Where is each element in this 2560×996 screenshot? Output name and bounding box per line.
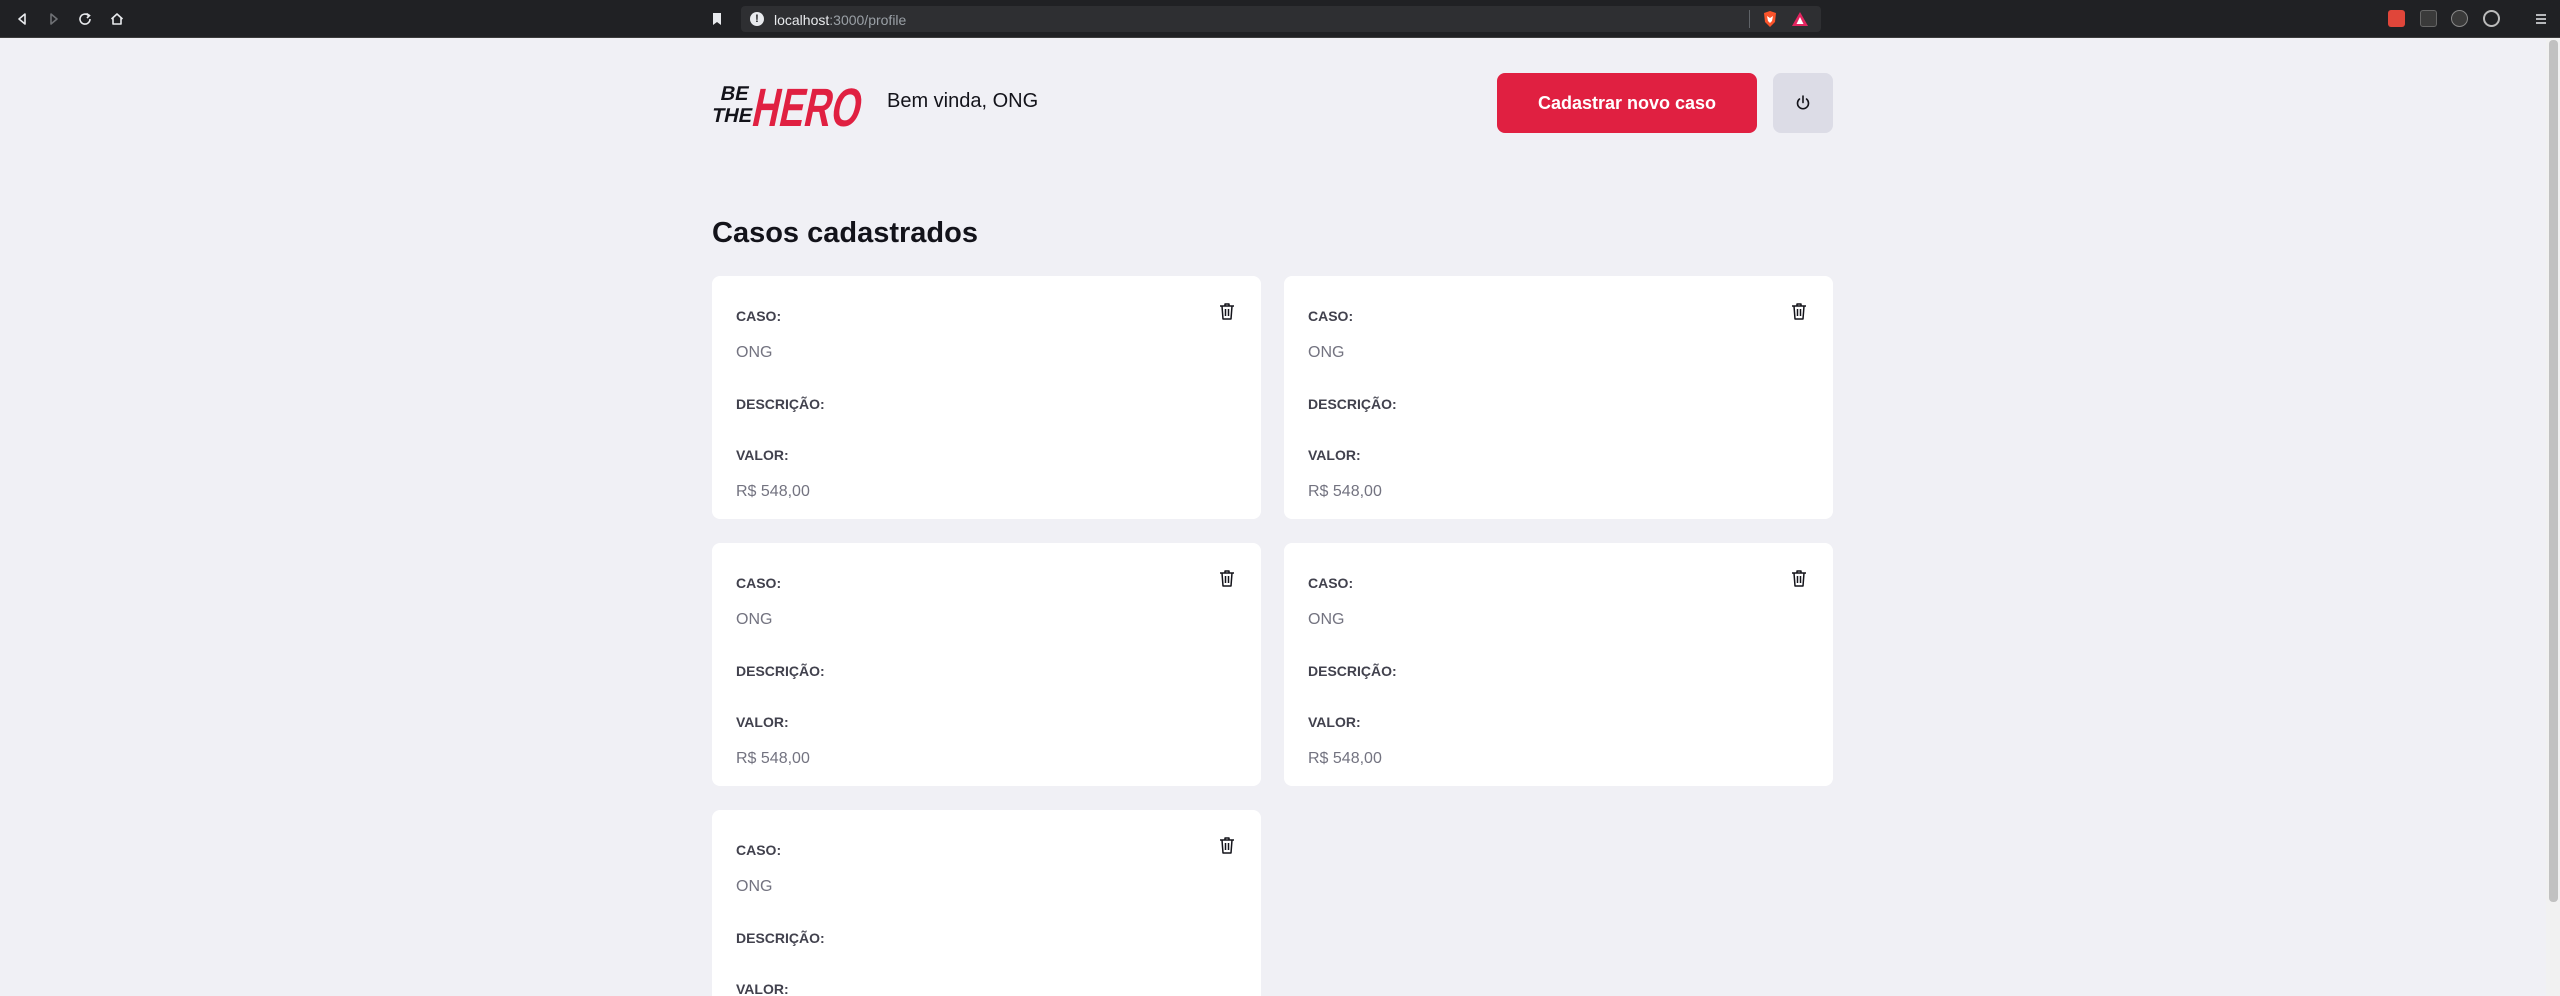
delete-case-button[interactable]: [1789, 567, 1809, 589]
descricao-label: DESCRIÇÃO:: [1308, 663, 1397, 679]
descricao-label: DESCRIÇÃO:: [1308, 396, 1397, 412]
case-card: CASO: ONG DESCRIÇÃO: VALOR: R$ 548,00: [712, 276, 1261, 519]
address-bar[interactable]: ! localhost:3000/profile: [741, 6, 1821, 32]
caso-value: ONG: [736, 344, 773, 361]
forward-icon[interactable]: [44, 9, 64, 29]
case-card: CASO: ONG DESCRIÇÃO: VALOR: R$ 548,00: [1284, 543, 1833, 786]
case-card: CASO: ONG DESCRIÇÃO: VALOR:: [712, 810, 1261, 996]
back-icon[interactable]: [12, 9, 32, 29]
descricao-label: DESCRIÇÃO:: [736, 396, 825, 412]
caso-label: CASO:: [1308, 575, 1354, 591]
valor-value: R$ 548,00: [736, 483, 810, 500]
delete-case-button[interactable]: [1789, 300, 1809, 322]
descricao-label: DESCRIÇÃO:: [736, 663, 825, 679]
brave-rewards-icon[interactable]: [1791, 11, 1809, 27]
delete-case-button[interactable]: [1217, 834, 1237, 856]
new-case-button[interactable]: Cadastrar novo caso: [1497, 73, 1757, 133]
valor-label: VALOR:: [736, 447, 789, 463]
trash-icon: [1792, 570, 1806, 587]
caso-value: ONG: [1308, 611, 1345, 628]
trash-icon: [1220, 570, 1234, 587]
caso-label: CASO:: [736, 842, 782, 858]
reload-icon[interactable]: [75, 9, 95, 29]
power-icon: [1796, 95, 1810, 110]
valor-value: R$ 548,00: [1308, 750, 1382, 767]
extension-icon[interactable]: [2451, 10, 2468, 27]
trash-icon: [1220, 837, 1234, 854]
browser-toolbar: ! localhost:3000/profile: [0, 0, 2560, 38]
url-text: localhost:3000/profile: [774, 12, 906, 28]
delete-case-button[interactable]: [1217, 567, 1237, 589]
caso-value: ONG: [736, 878, 773, 895]
menu-icon[interactable]: [2531, 9, 2551, 29]
logout-button[interactable]: [1773, 73, 1833, 133]
valor-label: VALOR:: [1308, 447, 1361, 463]
be-the-hero-logo: BE THE HERO: [712, 78, 864, 136]
delete-case-button[interactable]: [1217, 300, 1237, 322]
address-divider: [1749, 10, 1750, 28]
descricao-label: DESCRIÇÃO:: [736, 930, 825, 946]
svg-text:THE: THE: [712, 105, 755, 127]
valor-label: VALOR:: [1308, 714, 1361, 730]
svg-text:BE: BE: [719, 83, 751, 105]
caso-label: CASO:: [736, 575, 782, 591]
valor-value: R$ 548,00: [736, 750, 810, 767]
svg-text:HERO: HERO: [748, 78, 864, 136]
trash-icon: [1792, 303, 1806, 320]
case-card: CASO: ONG DESCRIÇÃO: VALOR: R$ 548,00: [1284, 276, 1833, 519]
welcome-text: Bem vinda, ONG: [887, 90, 1039, 112]
valor-label: VALOR:: [736, 714, 789, 730]
url-path: :3000/profile: [829, 12, 907, 28]
valor-label: VALOR:: [736, 981, 789, 996]
valor-value: R$ 548,00: [1308, 483, 1382, 500]
site-info-icon[interactable]: !: [750, 12, 764, 26]
scrollbar-thumb[interactable]: [2549, 40, 2558, 902]
home-icon[interactable]: [107, 9, 127, 29]
brave-shield-icon[interactable]: [1761, 10, 1779, 28]
caso-label: CASO:: [1308, 308, 1354, 324]
caso-label: CASO:: [736, 308, 782, 324]
page-title: Casos cadastrados: [712, 217, 978, 249]
extension-icon[interactable]: [2420, 10, 2437, 27]
caso-value: ONG: [736, 611, 773, 628]
bookmark-icon[interactable]: [707, 9, 727, 29]
caso-value: ONG: [1308, 344, 1345, 361]
extension-icon[interactable]: [2483, 10, 2500, 27]
case-card: CASO: ONG DESCRIÇÃO: VALOR: R$ 548,00: [712, 543, 1261, 786]
url-host: localhost: [774, 12, 830, 28]
trash-icon: [1220, 303, 1234, 320]
extension-icon[interactable]: [2388, 10, 2405, 27]
